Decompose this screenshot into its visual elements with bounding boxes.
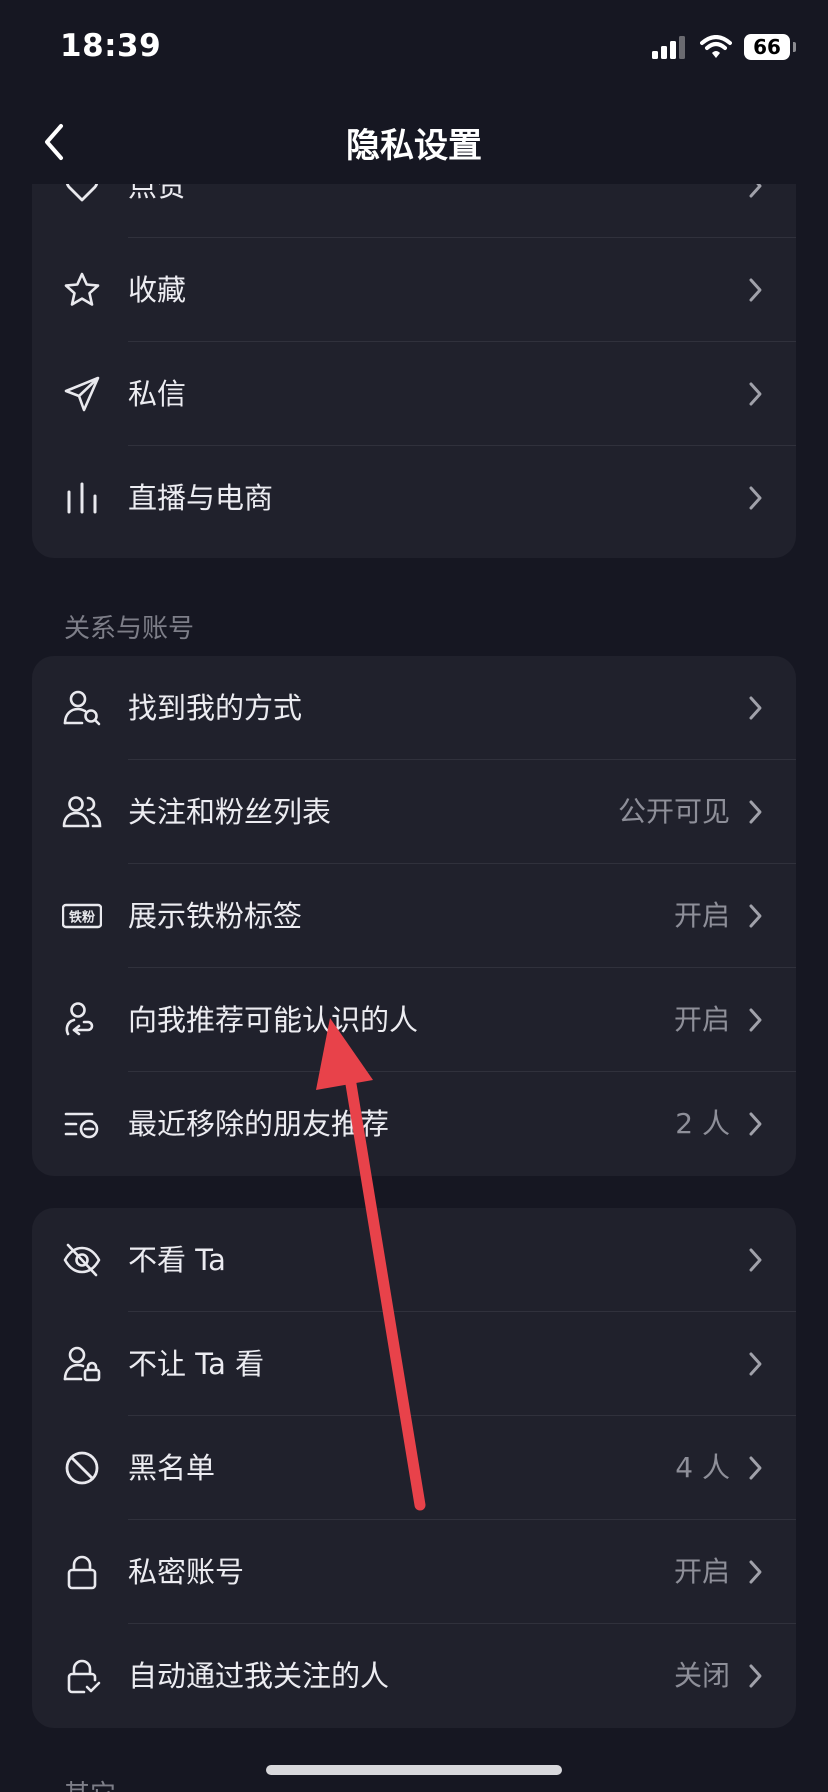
chevron-right-icon xyxy=(749,486,762,510)
block-icon xyxy=(65,1451,99,1485)
settings-content[interactable]: 点赞 收藏 私信 直播与电商 关系与账号 找到我的方式 关注和粉丝列表 公开可见… xyxy=(0,184,828,1792)
row-iron-fan-badge[interactable]: 铁粉 展示铁粉标签 开启 xyxy=(32,864,796,968)
visibility-card: 不看 Ta 不让 Ta 看 黑名单 4 人 私密账号 开启 自动通过我关注的人 … xyxy=(32,1208,796,1728)
row-messages[interactable]: 私信 xyxy=(32,342,796,446)
person-lock-icon xyxy=(63,1346,101,1382)
row-live-commerce[interactable]: 直播与电商 xyxy=(32,446,796,550)
paper-plane-icon xyxy=(64,376,100,412)
iron-fan-badge-text: 铁粉 xyxy=(68,910,95,926)
row-removed-recommendations[interactable]: 最近移除的朋友推荐 2 人 xyxy=(32,1072,796,1176)
row-label: 找到我的方式 xyxy=(128,691,303,725)
relations-card: 找到我的方式 关注和粉丝列表 公开可见 铁粉 展示铁粉标签 开启 向我推荐可能认… xyxy=(32,656,796,1176)
chevron-right-icon xyxy=(749,1560,762,1584)
chevron-right-icon xyxy=(749,800,762,824)
lock-icon xyxy=(67,1555,97,1590)
row-label: 收藏 xyxy=(128,273,187,307)
row-label: 向我推荐可能认识的人 xyxy=(128,1003,419,1037)
chevron-right-icon xyxy=(749,904,762,928)
row-value: 2 人 xyxy=(675,1107,730,1140)
section-title-relations: 关系与账号 xyxy=(64,614,195,644)
row-label: 私信 xyxy=(128,377,187,411)
row-label: 私密账号 xyxy=(128,1555,245,1589)
chevron-right-icon xyxy=(749,1352,762,1376)
lock-check-icon xyxy=(67,1659,101,1694)
eye-off-icon xyxy=(63,1243,101,1277)
chevron-right-icon xyxy=(749,184,762,198)
cellular-signal-icon xyxy=(652,36,685,59)
bar-chart-icon xyxy=(67,482,97,514)
row-label: 自动通过我关注的人 xyxy=(128,1659,390,1693)
row-recommend-people[interactable]: 向我推荐可能认识的人 开启 xyxy=(32,968,796,1072)
chevron-right-icon xyxy=(749,696,762,720)
status-time: 18:39 xyxy=(60,28,162,64)
chevron-right-icon xyxy=(749,382,762,406)
row-value: 公开可见 xyxy=(617,795,730,828)
list-remove-icon xyxy=(64,1112,99,1139)
battery-level: 66 xyxy=(753,35,781,59)
row-block-ta-view[interactable]: 不让 Ta 看 xyxy=(32,1312,796,1416)
row-private-account[interactable]: 私密账号 开启 xyxy=(32,1520,796,1624)
row-label: 点赞 xyxy=(128,184,187,203)
row-value: 4 人 xyxy=(675,1451,730,1484)
chevron-right-icon xyxy=(749,278,762,302)
chevron-right-icon xyxy=(749,1456,762,1480)
home-indicator[interactable] xyxy=(266,1765,562,1775)
heart-icon xyxy=(65,184,99,202)
chevron-right-icon xyxy=(749,1248,762,1272)
row-find-me[interactable]: 找到我的方式 xyxy=(32,656,796,760)
row-value: 开启 xyxy=(673,899,730,932)
row-blacklist[interactable]: 黑名单 4 人 xyxy=(32,1416,796,1520)
person-search-icon xyxy=(63,690,101,726)
status-bar: 18:39 66 xyxy=(0,0,828,100)
page-title: 隐私设置 xyxy=(346,126,482,166)
row-label: 不看 Ta xyxy=(128,1243,226,1277)
section-title-other: 其它 xyxy=(64,1774,116,1792)
row-label: 黑名单 xyxy=(128,1451,216,1485)
wifi-icon xyxy=(700,35,732,58)
battery-icon: 66 xyxy=(744,34,796,60)
chevron-right-icon xyxy=(749,1008,762,1032)
person-link-icon xyxy=(65,1002,94,1036)
chevron-right-icon xyxy=(749,1664,762,1688)
interaction-settings-card: 点赞 收藏 私信 直播与电商 xyxy=(32,184,796,558)
row-favorites[interactable]: 收藏 xyxy=(32,238,796,342)
status-icons: 66 xyxy=(652,34,796,60)
star-icon xyxy=(64,272,100,306)
people-icon xyxy=(62,796,102,828)
row-auto-approve-following[interactable]: 自动通过我关注的人 关闭 xyxy=(32,1624,796,1728)
row-label: 关注和粉丝列表 xyxy=(128,795,332,829)
row-value: 关闭 xyxy=(673,1659,730,1692)
nav-bar: 隐私设置 xyxy=(0,100,828,184)
chevron-right-icon xyxy=(749,1112,762,1136)
row-label: 不让 Ta 看 xyxy=(128,1347,265,1381)
row-value: 开启 xyxy=(673,1555,730,1588)
row-label: 展示铁粉标签 xyxy=(128,899,303,933)
row-label: 直播与电商 xyxy=(128,481,274,515)
row-hide-ta[interactable]: 不看 Ta xyxy=(32,1208,796,1312)
row-label: 最近移除的朋友推荐 xyxy=(128,1107,390,1141)
row-value: 开启 xyxy=(673,1003,730,1036)
row-likes[interactable]: 点赞 xyxy=(32,184,796,238)
row-follow-fans-list[interactable]: 关注和粉丝列表 公开可见 xyxy=(32,760,796,864)
iron-fan-badge-icon: 铁粉 xyxy=(62,903,102,929)
